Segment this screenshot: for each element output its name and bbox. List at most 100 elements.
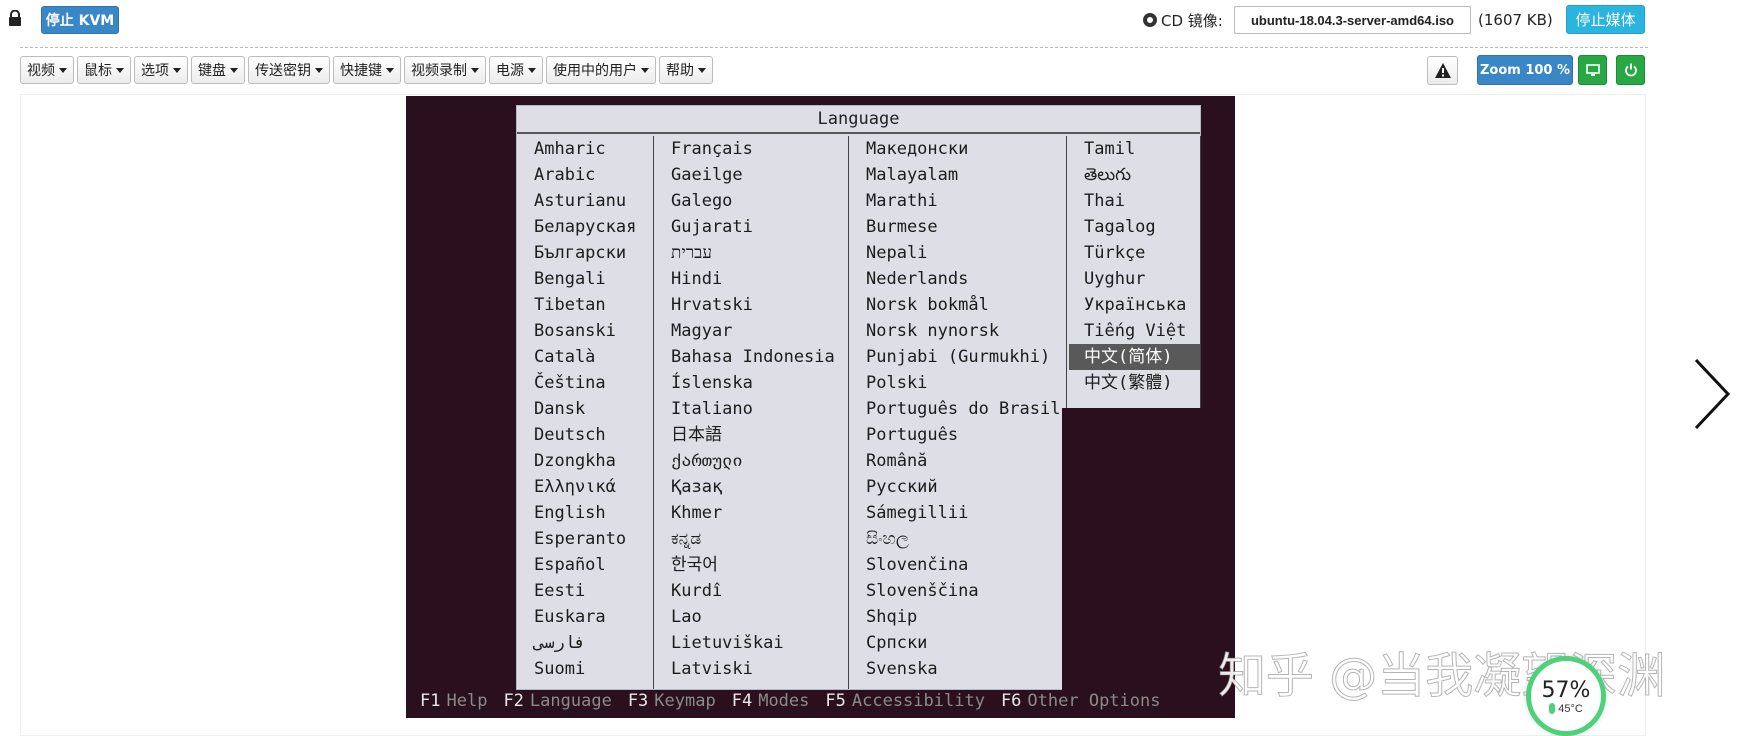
language-option[interactable]: Thai xyxy=(1067,188,1200,214)
fkey-label[interactable]: Language xyxy=(530,691,612,711)
fkey-label[interactable]: Modes xyxy=(758,691,809,711)
menu-power[interactable]: 电源 xyxy=(489,56,543,84)
language-option[interactable]: Italiano xyxy=(654,396,848,422)
menu-video-record[interactable]: 视频录制 xyxy=(404,56,486,84)
fkey-label[interactable]: Keymap xyxy=(654,691,715,711)
stop-media-button[interactable]: 停止媒体 xyxy=(1566,5,1645,34)
menu-mouse[interactable]: 鼠标 xyxy=(77,56,131,84)
menu-active-users[interactable]: 使用中的用户 xyxy=(546,56,656,84)
language-option[interactable]: Tibetan xyxy=(517,292,653,318)
language-option[interactable]: Norsk nynorsk xyxy=(849,318,1066,344)
iso-name-field[interactable]: ubuntu-18.04.3-server-amd64.iso xyxy=(1234,6,1471,34)
language-option[interactable]: English xyxy=(517,500,653,526)
language-option[interactable]: Khmer xyxy=(654,500,848,526)
chevron-right-icon[interactable] xyxy=(1692,358,1732,430)
language-option[interactable]: 日本語 xyxy=(654,422,848,448)
screen-button[interactable] xyxy=(1578,55,1607,85)
caret-down-icon xyxy=(230,67,238,73)
language-option[interactable]: Malayalam xyxy=(849,162,1066,188)
language-option[interactable]: Română xyxy=(849,448,1066,474)
language-option[interactable]: Svenska xyxy=(849,656,1066,682)
fkey-label[interactable]: Help xyxy=(446,691,487,711)
language-option[interactable]: Slovenščina xyxy=(849,578,1066,604)
language-option[interactable]: 中文(简体) xyxy=(1069,344,1200,370)
language-option[interactable]: Dzongkha xyxy=(517,448,653,474)
language-option[interactable]: Shqip xyxy=(849,604,1066,630)
language-option[interactable]: Македонски xyxy=(849,136,1066,162)
language-option[interactable]: Ελληνικά xyxy=(517,474,653,500)
language-option[interactable]: Íslenska xyxy=(654,370,848,396)
zoom-button[interactable]: Zoom 100 % xyxy=(1477,55,1573,85)
language-option[interactable]: Marathi xyxy=(849,188,1066,214)
language-option[interactable]: Қазақ xyxy=(654,474,848,500)
language-option[interactable]: Nepali xyxy=(849,240,1066,266)
function-key-bar: F1 Help F2 Language F3 Keymap F4 Modes F5 Accessi… xyxy=(420,688,1176,714)
language-option[interactable]: Nederlands xyxy=(849,266,1066,292)
language-option[interactable]: Türkçe xyxy=(1067,240,1200,266)
language-option[interactable]: Gaeilge xyxy=(654,162,848,188)
language-option[interactable]: Galego xyxy=(654,188,848,214)
fkey-label[interactable]: Other Options xyxy=(1027,691,1160,711)
language-option[interactable]: Tamil xyxy=(1067,136,1200,162)
language-option[interactable]: ქართული xyxy=(654,448,848,474)
language-option[interactable]: Norsk bokmål xyxy=(849,292,1066,318)
language-option[interactable]: Bosanski xyxy=(517,318,653,344)
language-option[interactable]: Burmese xyxy=(849,214,1066,240)
menu-send-keys[interactable]: 传送密钥 xyxy=(248,56,330,84)
language-option[interactable]: සිංහල xyxy=(849,526,1066,552)
language-option[interactable]: Deutsch xyxy=(517,422,653,448)
language-option[interactable]: Hrvatski xyxy=(654,292,848,318)
power-button[interactable] xyxy=(1616,55,1645,85)
language-option[interactable]: Asturianu xyxy=(517,188,653,214)
language-option[interactable]: Lietuviškai xyxy=(654,630,848,656)
language-option[interactable]: Slovenčina xyxy=(849,552,1066,578)
language-option[interactable]: Српски xyxy=(849,630,1066,656)
language-option[interactable]: Suomi xyxy=(517,656,653,682)
language-option[interactable]: Magyar xyxy=(654,318,848,344)
menu-help[interactable]: 帮助 xyxy=(659,56,713,84)
language-option[interactable]: Čeština xyxy=(517,370,653,396)
language-option[interactable]: Eesti xyxy=(517,578,653,604)
language-option[interactable]: ಕನ್ನಡ xyxy=(654,526,848,552)
language-option[interactable]: Tagalog xyxy=(1067,214,1200,240)
language-option[interactable]: Polski xyxy=(849,370,1066,396)
language-option[interactable]: Kurdî xyxy=(654,578,848,604)
language-option[interactable]: Amharic xyxy=(517,136,653,162)
language-option[interactable]: Dansk xyxy=(517,396,653,422)
language-option[interactable]: 中文(繁體) xyxy=(1067,370,1200,396)
language-option[interactable]: 한국어 xyxy=(654,552,848,578)
language-option[interactable]: Euskara xyxy=(517,604,653,630)
kvm-remote-screen[interactable]: Language Amharic Arabic Asturianu Беларуска… xyxy=(406,96,1235,718)
language-option[interactable]: Esperanto xyxy=(517,526,653,552)
language-option[interactable]: Български xyxy=(517,240,653,266)
stop-kvm-button[interactable]: 停止 KVM xyxy=(41,6,119,34)
menu-keyboard[interactable]: 键盘 xyxy=(191,56,245,84)
language-option[interactable]: Bahasa Indonesia xyxy=(654,344,848,370)
menu-options[interactable]: 选项 xyxy=(134,56,188,84)
language-option[interactable]: Português do Brasil xyxy=(849,396,1066,422)
language-option[interactable]: Español xyxy=(517,552,653,578)
language-option[interactable]: Sámegillii xyxy=(849,500,1066,526)
menu-hotkeys[interactable]: 快捷键 xyxy=(333,56,401,84)
language-option[interactable]: Беларуская xyxy=(517,214,653,240)
language-option[interactable]: తెలుగు xyxy=(1067,162,1200,188)
language-option[interactable]: Gujarati xyxy=(654,214,848,240)
language-option[interactable]: Bengali xyxy=(517,266,653,292)
language-option[interactable]: עברית xyxy=(654,240,848,266)
language-option[interactable]: Русский xyxy=(849,474,1066,500)
language-option[interactable]: فارسی xyxy=(517,630,653,656)
language-option[interactable]: Arabic xyxy=(517,162,653,188)
language-option[interactable]: Punjabi (Gurmukhi) xyxy=(849,344,1066,370)
language-option[interactable]: Português xyxy=(849,422,1066,448)
language-option[interactable]: Hindi xyxy=(654,266,848,292)
language-option[interactable]: Uyghur xyxy=(1067,266,1200,292)
fkey-label[interactable]: Accessibility xyxy=(852,691,985,711)
language-option[interactable]: Українська xyxy=(1067,292,1200,318)
language-option[interactable]: Français xyxy=(654,136,848,162)
language-option[interactable]: Lao xyxy=(654,604,848,630)
language-option[interactable]: Latviski xyxy=(654,656,848,682)
language-option[interactable]: Català xyxy=(517,344,653,370)
language-option[interactable]: Tiếng Việt xyxy=(1067,318,1200,344)
menu-video[interactable]: 视频 xyxy=(20,56,74,84)
warning-button[interactable] xyxy=(1427,56,1458,85)
